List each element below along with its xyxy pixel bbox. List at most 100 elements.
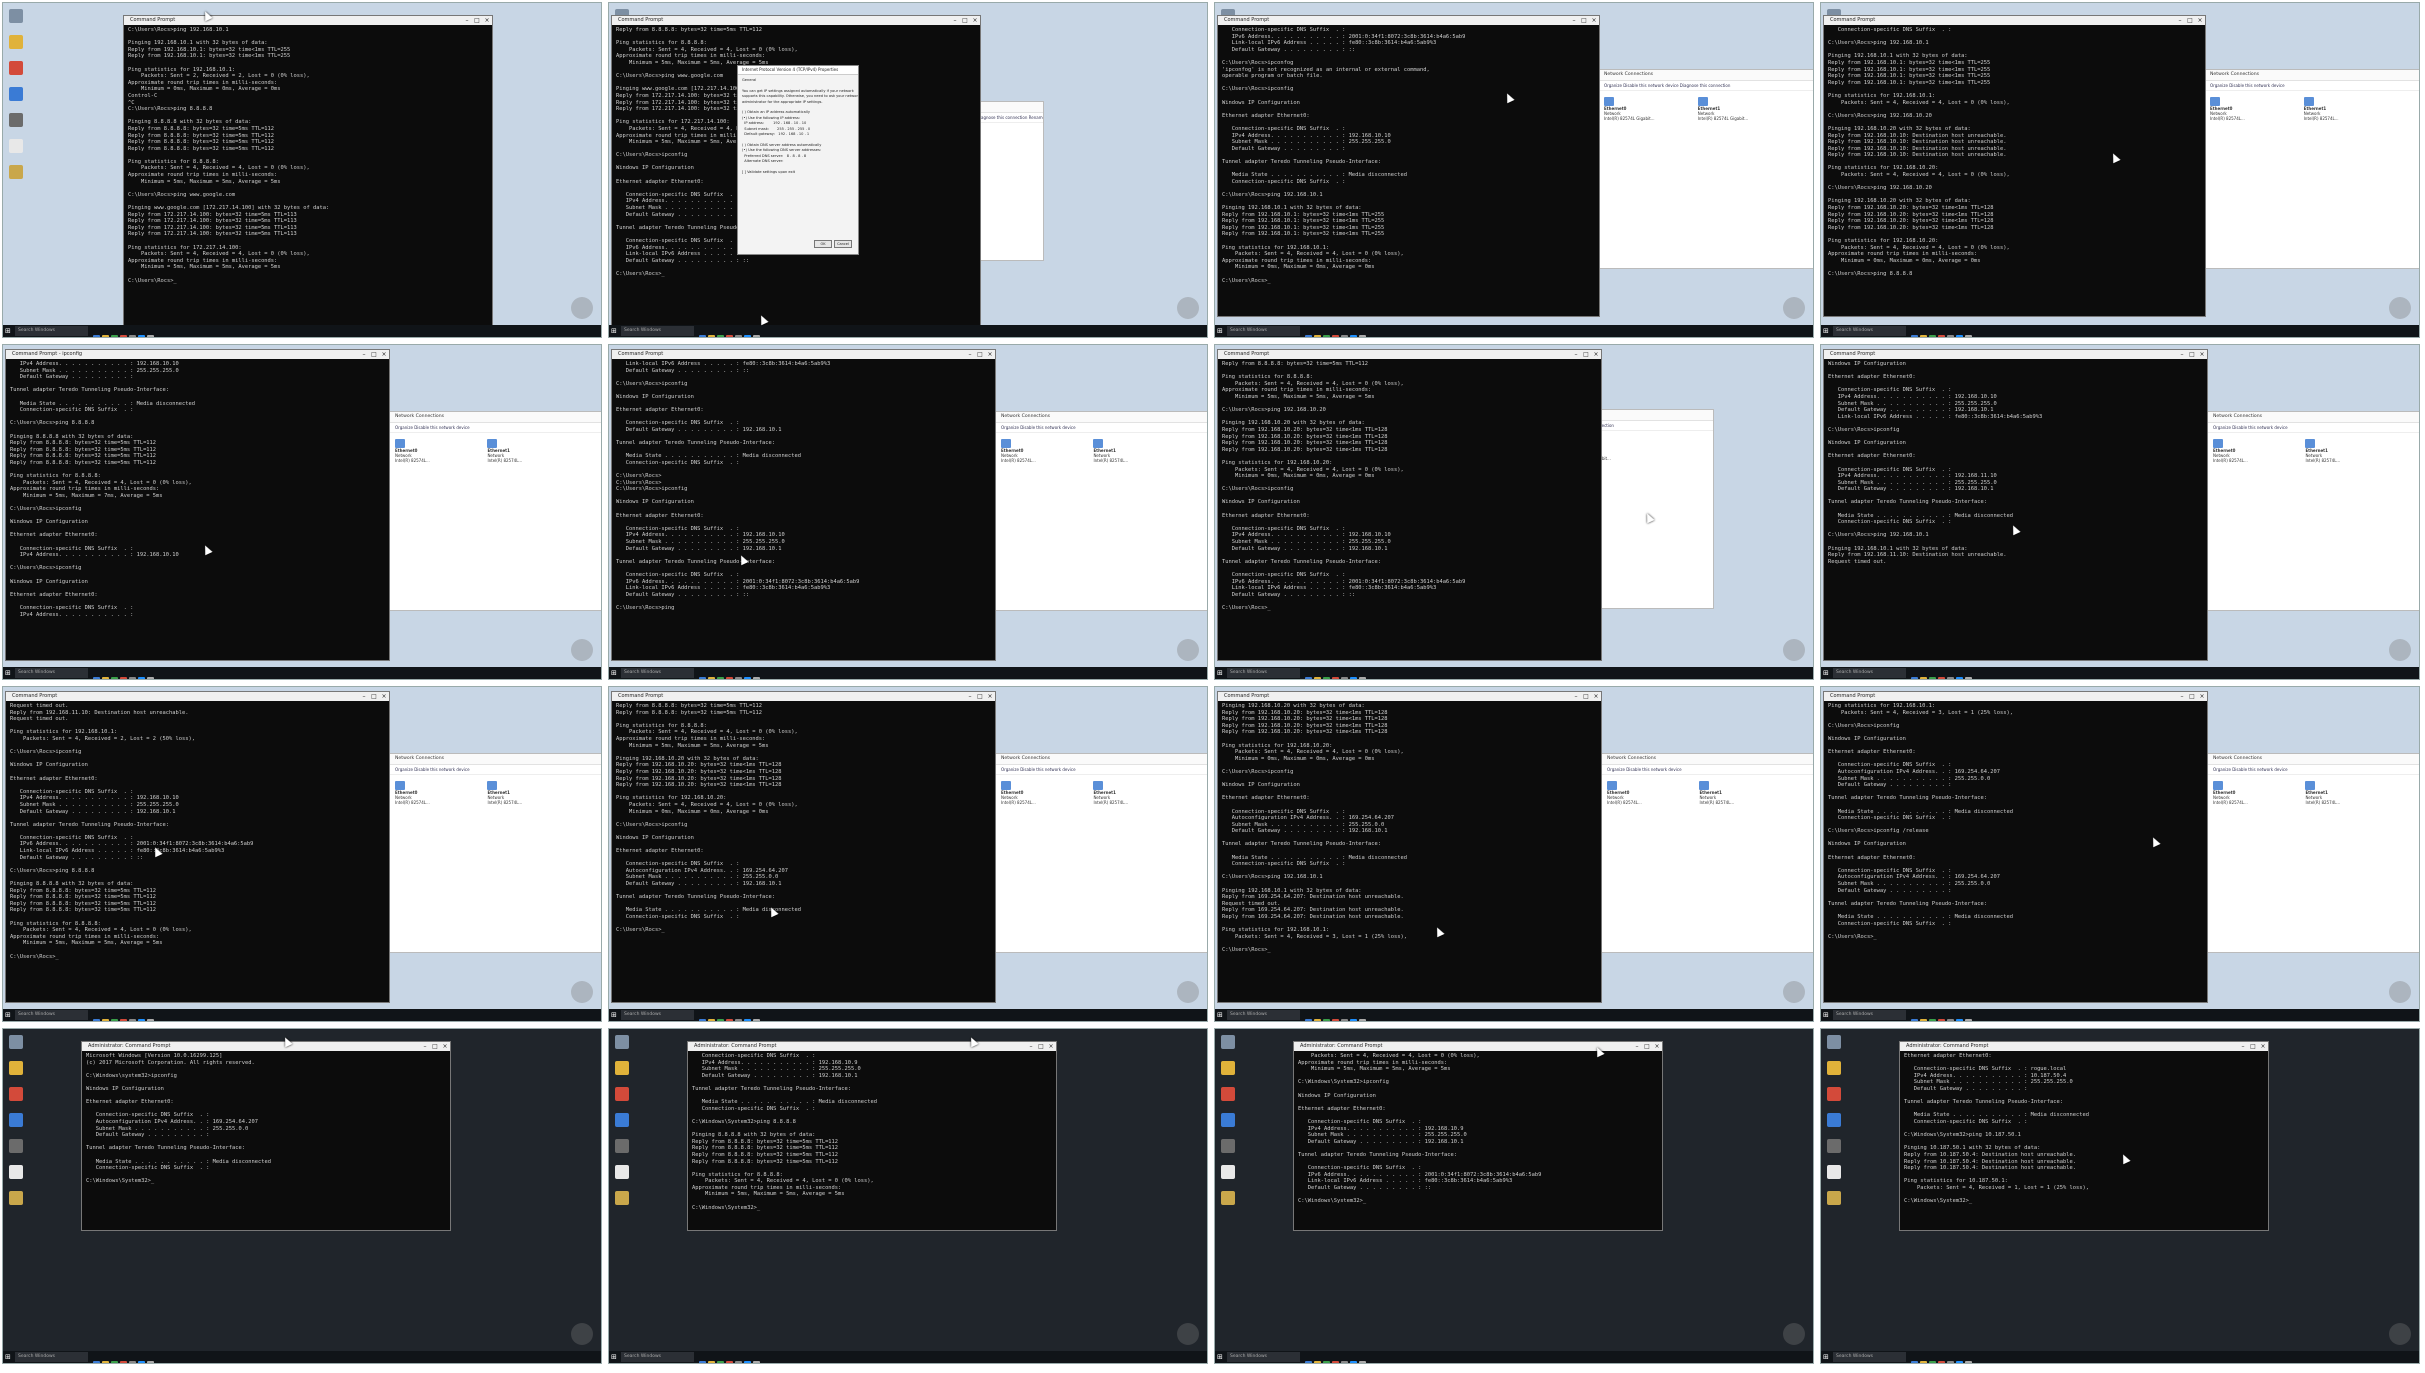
taskbar-app-icon[interactable] bbox=[1965, 1361, 1972, 1363]
taskbar-app-icon[interactable] bbox=[708, 335, 715, 337]
screen-thumbnail[interactable]: Network ConnectionsOrganize Disable this… bbox=[1214, 686, 1814, 1022]
taskbar-app-icon[interactable] bbox=[699, 1019, 706, 1021]
close-icon[interactable]: × bbox=[440, 1042, 450, 1051]
command-prompt-titlebar[interactable]: Command Prompt – □ × bbox=[612, 350, 995, 359]
maximize-icon[interactable]: □ bbox=[472, 16, 482, 25]
taskbar-app-icon[interactable] bbox=[708, 677, 715, 679]
close-icon[interactable]: × bbox=[379, 692, 389, 701]
screen-thumbnail[interactable]: Administrator: Command Prompt – □ × Ethernet… bbox=[1820, 1028, 2420, 1364]
taskbar-app-icon[interactable] bbox=[1359, 1019, 1366, 1021]
command-prompt-window[interactable]: Command Prompt – □ × Reply from 8.8.8.8: byt… bbox=[611, 691, 996, 1003]
maximize-icon[interactable]: □ bbox=[2187, 692, 2197, 701]
network-toolbar[interactable]: Organize Disable this network device bbox=[2207, 765, 2419, 775]
taskbar-app-icon[interactable] bbox=[138, 335, 145, 337]
taskbar-app-icon[interactable] bbox=[129, 1019, 136, 1021]
command-prompt-window[interactable]: Command Prompt – □ × Windows IP Configuratio… bbox=[1823, 349, 2208, 661]
terminal-output[interactable]: Connection-specific DNS Suffix . : IPv6 … bbox=[1218, 25, 1599, 286]
taskbar-app-icon[interactable] bbox=[1314, 335, 1321, 337]
minimize-icon[interactable]: – bbox=[2177, 350, 2187, 359]
start-icon[interactable]: ⊞ bbox=[1217, 669, 1225, 677]
network-adapter[interactable]: Ethernet0 Network Intel(R) 82574L... bbox=[1607, 781, 1695, 805]
command-prompt-window[interactable]: Command Prompt – □ × Pinging 192.168.10.20 w… bbox=[1217, 691, 1602, 1003]
maximize-icon[interactable]: □ bbox=[2187, 350, 2197, 359]
close-icon[interactable]: × bbox=[985, 350, 995, 359]
start-icon[interactable]: ⊞ bbox=[611, 1011, 619, 1019]
command-prompt-titlebar[interactable]: Command Prompt – □ × bbox=[124, 16, 492, 25]
taskbar-app-icon[interactable] bbox=[1920, 677, 1927, 679]
terminal-output[interactable]: Connection-specific DNS Suffix . : C:\Us… bbox=[1824, 25, 2205, 280]
network-toolbar[interactable]: Organize Disable this network device bbox=[389, 423, 601, 433]
terminal-output[interactable]: Reply from 8.8.8.8: bytes=32 time=5ms TT… bbox=[1218, 359, 1601, 614]
start-icon[interactable]: ⊞ bbox=[1217, 1011, 1225, 1019]
command-prompt-window[interactable]: Command Prompt – □ × C:\Users\Rocs>ping 192.… bbox=[123, 15, 493, 327]
command-prompt-titlebar[interactable]: Command Prompt – □ × bbox=[1218, 16, 1599, 25]
terminal-output[interactable]: IPv4 Address. . . . . . . . . . . : 192.… bbox=[6, 359, 389, 620]
taskbar-app-icon[interactable] bbox=[699, 1361, 706, 1363]
file-icon[interactable] bbox=[9, 1165, 23, 1179]
recycle-bin-icon[interactable] bbox=[1221, 1035, 1235, 1049]
settings-icon[interactable] bbox=[9, 113, 23, 127]
taskbar-app-icon[interactable] bbox=[699, 677, 706, 679]
start-icon[interactable]: ⊞ bbox=[5, 1353, 13, 1361]
taskbar-app-icon[interactable] bbox=[1314, 1019, 1321, 1021]
taskbar-app-icon[interactable] bbox=[699, 335, 706, 337]
taskbar-app-icon[interactable] bbox=[1341, 1361, 1348, 1363]
maximize-icon[interactable]: □ bbox=[1581, 692, 1591, 701]
app-icon[interactable] bbox=[615, 1087, 629, 1101]
search-input[interactable]: Search Windows bbox=[15, 326, 88, 336]
screen-thumbnail[interactable]: Administrator: Command Prompt – □ × Microsof… bbox=[2, 1028, 602, 1364]
taskbar-app-icon[interactable] bbox=[1332, 677, 1339, 679]
taskbar-app-icon[interactable] bbox=[735, 677, 742, 679]
taskbar-app-icon[interactable] bbox=[1305, 335, 1312, 337]
network-adapter[interactable]: Ethernet1NetworkIntel(R) 82574L Gigabit.… bbox=[1697, 97, 1788, 121]
network-connections-window[interactable]: Network ConnectionsOrganize Disable this… bbox=[388, 753, 601, 953]
taskbar-app-icon[interactable] bbox=[726, 1361, 733, 1363]
screen-thumbnail[interactable]: Network ConnectionsOrganize Disable this… bbox=[1214, 344, 1814, 680]
settings-icon[interactable] bbox=[1827, 1139, 1841, 1153]
close-icon[interactable]: × bbox=[2197, 692, 2207, 701]
taskbar-app-icon[interactable] bbox=[1359, 1361, 1366, 1363]
close-icon[interactable]: × bbox=[1591, 350, 1601, 359]
folder-icon[interactable] bbox=[615, 1061, 629, 1075]
search-input[interactable]: Search Windows bbox=[1227, 1352, 1300, 1362]
taskbar-app-icon[interactable] bbox=[708, 1019, 715, 1021]
command-prompt-window[interactable]: Command Prompt – □ × Reply from 8.8.8.8: byt… bbox=[1217, 349, 1602, 661]
network-toolbar[interactable]: Organize Disable this network device bbox=[2204, 81, 2419, 91]
maximize-icon[interactable]: □ bbox=[1579, 16, 1589, 25]
network-adapter[interactable]: Ethernet1 Network Intel(R) 82574L... bbox=[2303, 97, 2394, 121]
search-input[interactable]: Search Windows bbox=[1833, 326, 1906, 336]
taskbar-app-icon[interactable] bbox=[93, 1019, 100, 1021]
taskbar-app-icon[interactable] bbox=[744, 335, 751, 337]
taskbar-app-icon[interactable] bbox=[1911, 677, 1918, 679]
terminal-output[interactable]: Link-local IPv6 Address . . . . . : fe80… bbox=[612, 359, 995, 614]
start-icon[interactable]: ⊞ bbox=[611, 1353, 619, 1361]
taskbar-app-icon[interactable] bbox=[744, 1361, 751, 1363]
taskbar-app-icon[interactable] bbox=[717, 677, 724, 679]
command-prompt-titlebar[interactable]: Command Prompt – □ × bbox=[1218, 692, 1601, 701]
network-adapter[interactable]: Ethernet0NetworkIntel(R) 82574L Gigabit.… bbox=[1604, 97, 1694, 121]
taskbar-app-icon[interactable] bbox=[111, 1361, 118, 1363]
command-prompt-titlebar[interactable]: Command Prompt – □ × bbox=[612, 16, 980, 25]
search-input[interactable]: Search Windows bbox=[1227, 668, 1300, 678]
screen-thumbnail[interactable]: Network ConnectionsOrganize Disable this… bbox=[1820, 344, 2420, 680]
folder-icon[interactable] bbox=[1827, 1061, 1841, 1075]
command-prompt-titlebar[interactable]: Command Prompt – □ × bbox=[612, 692, 995, 701]
taskbar-app-icon[interactable] bbox=[93, 335, 100, 337]
close-icon[interactable]: × bbox=[2258, 1042, 2268, 1051]
close-icon[interactable]: × bbox=[1591, 692, 1601, 701]
start-icon[interactable]: ⊞ bbox=[1823, 1353, 1831, 1361]
file-icon[interactable] bbox=[9, 139, 23, 153]
folder-icon[interactable] bbox=[9, 1061, 23, 1075]
close-icon[interactable]: × bbox=[985, 692, 995, 701]
close-icon[interactable]: × bbox=[1589, 16, 1599, 25]
taskbar-app-icon[interactable] bbox=[1956, 1019, 1963, 1021]
terminal-output[interactable]: Reply from 8.8.8.8: bytes=32 time=5ms TT… bbox=[612, 701, 995, 936]
taskbar-app-icon[interactable] bbox=[1929, 335, 1936, 337]
taskbar-app-icon[interactable] bbox=[1359, 335, 1366, 337]
command-prompt-window[interactable]: Command Prompt - ipconfig – □ × IPv4 Addres… bbox=[5, 349, 390, 661]
search-input[interactable]: Search Windows bbox=[15, 1010, 88, 1020]
network-icon[interactable] bbox=[1221, 1113, 1235, 1127]
screen-thumbnail[interactable]: Administrator: Command Prompt – □ × Connect… bbox=[608, 1028, 1208, 1364]
taskbar-app-icon[interactable] bbox=[717, 1361, 724, 1363]
file-icon[interactable] bbox=[615, 1165, 629, 1179]
